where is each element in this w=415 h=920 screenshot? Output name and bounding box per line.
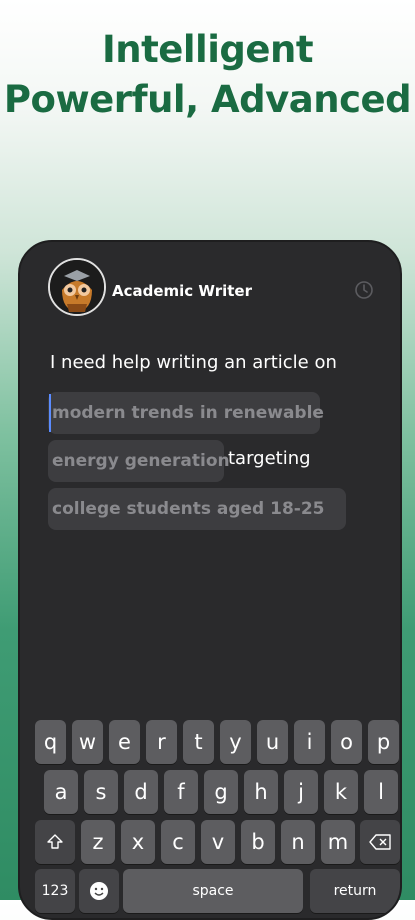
key-t[interactable]: t	[183, 720, 214, 764]
topic-input-chip[interactable]: modern trends in renewable	[48, 392, 324, 434]
key-m[interactable]: m	[321, 820, 355, 864]
key-o[interactable]: o	[331, 720, 362, 764]
key-p[interactable]: p	[368, 720, 399, 764]
audience-text: college students aged 18-25	[52, 499, 325, 519]
numbers-key[interactable]: 123	[35, 869, 75, 913]
key-h[interactable]: h	[244, 770, 278, 814]
key-j[interactable]: j	[284, 770, 318, 814]
key-r[interactable]: r	[146, 720, 177, 764]
key-x[interactable]: x	[121, 820, 155, 864]
key-q[interactable]: q	[35, 720, 66, 764]
key-z[interactable]: z	[81, 820, 115, 864]
clock-history-icon[interactable]	[354, 280, 374, 300]
key-k[interactable]: k	[324, 770, 358, 814]
shift-key[interactable]	[35, 820, 75, 864]
connector-text: targeting	[228, 448, 311, 469]
topic-line2: energy generation	[52, 451, 230, 471]
key-n[interactable]: n	[281, 820, 315, 864]
key-c[interactable]: c	[161, 820, 195, 864]
shift-icon	[47, 834, 63, 849]
phone-frame: Academic Writer I need help writing an a…	[18, 240, 402, 920]
audience-input-chip[interactable]: college students aged 18-25	[48, 488, 346, 530]
text-cursor	[49, 394, 51, 432]
space-key[interactable]: space	[123, 869, 303, 913]
key-b[interactable]: b	[241, 820, 275, 864]
topic-input-chip-continued[interactable]: energy generation	[48, 440, 230, 482]
promo-headline-line1: Intelligent	[101, 28, 314, 71]
topic-line1: modern trends in renewable	[52, 403, 324, 423]
key-a[interactable]: a	[44, 770, 78, 814]
key-s[interactable]: s	[84, 770, 118, 814]
emoji-key[interactable]	[79, 869, 119, 913]
promo-headline-line2: Powerful, Advanced	[3, 78, 412, 121]
prompt-intro-text: I need help writing an article on	[50, 352, 337, 373]
key-f[interactable]: f	[164, 770, 198, 814]
key-y[interactable]: y	[220, 720, 251, 764]
key-w[interactable]: w	[72, 720, 103, 764]
key-d[interactable]: d	[124, 770, 158, 814]
key-i[interactable]: i	[294, 720, 325, 764]
key-g[interactable]: g	[204, 770, 238, 814]
key-l[interactable]: l	[364, 770, 398, 814]
delete-key[interactable]	[360, 820, 400, 864]
key-v[interactable]: v	[201, 820, 235, 864]
key-e[interactable]: e	[109, 720, 140, 764]
owl-avatar-icon[interactable]	[48, 258, 106, 316]
emoji-icon	[90, 882, 108, 900]
backspace-icon	[369, 834, 391, 850]
return-key[interactable]: return	[310, 869, 400, 913]
key-u[interactable]: u	[257, 720, 288, 764]
app-title: Academic Writer	[112, 282, 252, 300]
